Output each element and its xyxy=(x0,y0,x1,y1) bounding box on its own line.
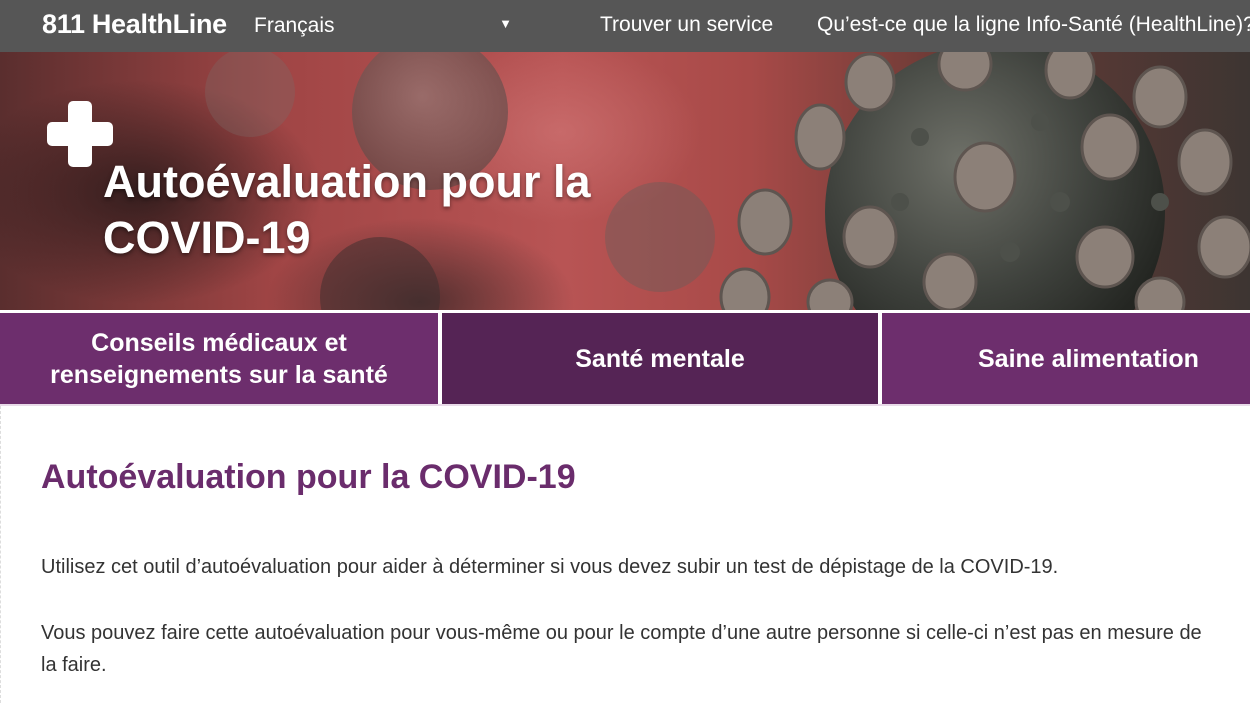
nav-what-is-healthline[interactable]: Qu’est-ce que la ligne Info-Santé (Healt… xyxy=(817,13,1250,37)
tab-medical-advice[interactable]: Conseils médicaux et renseignements sur … xyxy=(0,313,438,404)
self-assessment-line1: Vous pouvez faire cette autoévaluation p… xyxy=(41,622,1202,644)
nav-find-service[interactable]: Trouver un service xyxy=(600,13,773,37)
hero-title-line2: COVID-19 xyxy=(103,212,311,263)
tabs-divider xyxy=(0,404,1250,406)
hero-title: Autoévaluation pour la COVID-19 xyxy=(103,154,663,266)
self-assessment-line2: la faire. xyxy=(41,654,107,676)
hero-title-line1: Autoévaluation pour la xyxy=(103,156,591,207)
self-assessment-paragraph: Vous pouvez faire cette autoévaluation p… xyxy=(41,617,1202,681)
language-select[interactable]: Français ▼ xyxy=(254,14,516,40)
tab-medical-advice-line2: renseignements sur la santé xyxy=(50,360,388,389)
page-title: Autoévaluation pour la COVID-19 xyxy=(41,458,576,496)
tab-mental-health-label: Santé mentale xyxy=(575,344,745,373)
tab-medical-advice-line1: Conseils médicaux et xyxy=(91,328,347,357)
tab-mental-health[interactable]: Santé mentale xyxy=(442,313,878,404)
tab-healthy-eating-label: Saine alimentation xyxy=(978,344,1199,373)
tab-medical-advice-label: Conseils médicaux et renseignements sur … xyxy=(50,327,388,391)
intro-paragraph: Utilisez cet outil d’autoévaluation pour… xyxy=(41,556,1059,578)
tab-healthy-eating[interactable]: Saine alimentation xyxy=(882,313,1250,404)
brand-logo[interactable]: 811 HealthLine xyxy=(42,9,227,40)
language-value: Français xyxy=(254,14,335,37)
hero-banner: Autoévaluation pour la COVID-19 xyxy=(0,52,1250,310)
top-bar: 811 HealthLine Français ▼ Trouver un ser… xyxy=(0,0,1250,52)
category-tabs: Conseils médicaux et renseignements sur … xyxy=(0,310,1250,406)
content-edge xyxy=(0,406,2,703)
chevron-down-icon: ▼ xyxy=(499,16,512,31)
